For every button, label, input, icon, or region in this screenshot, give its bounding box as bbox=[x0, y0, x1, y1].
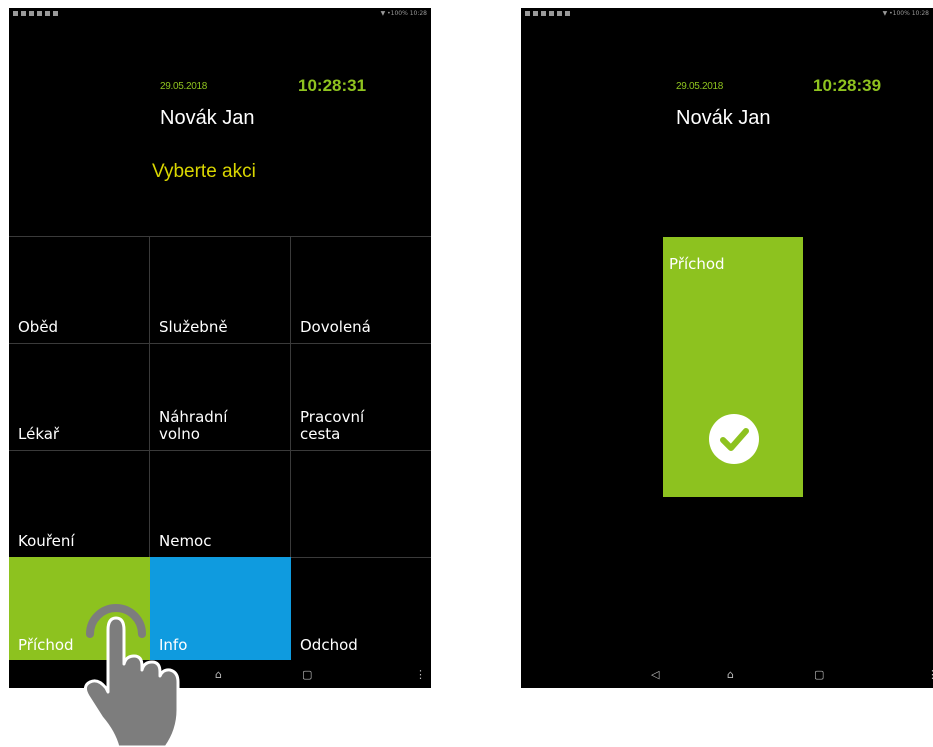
back-icon[interactable]: ◁ bbox=[651, 668, 659, 681]
date-label: 29.05.2018 bbox=[160, 81, 208, 92]
notification-icons bbox=[13, 11, 58, 16]
menu-icon[interactable]: ⋮ bbox=[927, 668, 933, 681]
tile-sluzebne[interactable]: Služebně bbox=[150, 236, 291, 343]
action-grid: Oběd Služebně Dovolená Lékař Náhradní vo… bbox=[9, 236, 431, 661]
status-text: ▼ •100% 10:28 bbox=[882, 10, 929, 17]
notification-icons bbox=[525, 11, 570, 16]
tile-label: Oběd bbox=[18, 318, 59, 336]
user-name: Novák Jan bbox=[160, 107, 255, 129]
tile-nahradni-volno[interactable]: Náhradní volno bbox=[150, 343, 291, 450]
menu-icon[interactable]: ⋮ bbox=[415, 668, 426, 681]
tile-label: Náhradní volno bbox=[159, 408, 228, 443]
confirmed-action-label: Příchod bbox=[669, 255, 725, 273]
right-tablet-screen: ▼ •100% 10:28 29.05.2018 10:28:39 Novák … bbox=[521, 8, 933, 688]
status-bar: ▼ •100% 10:28 bbox=[521, 8, 933, 22]
tile-odchod[interactable]: Odchod bbox=[291, 557, 431, 661]
tile-nemoc[interactable]: Nemoc bbox=[150, 450, 291, 557]
status-text: ▼ •100% 10:28 bbox=[380, 10, 427, 17]
recents-icon[interactable]: ▢ bbox=[302, 668, 312, 681]
android-nav-bar: ◁ ⌂ ▢ ⋮ bbox=[521, 660, 933, 688]
date-label: 29.05.2018 bbox=[676, 81, 724, 92]
tile-lekar[interactable]: Lékař bbox=[9, 343, 150, 450]
select-action-prompt: Vyberte akci bbox=[152, 161, 256, 182]
left-tablet-screen: ▼ •100% 10:28 29.05.2018 10:28:31 Novák … bbox=[9, 8, 431, 688]
android-nav-bar: ◁ ⌂ ▢ ⋮ bbox=[9, 660, 431, 688]
clock-label: 10:28:31 bbox=[298, 76, 367, 95]
tile-obed[interactable]: Oběd bbox=[9, 236, 150, 343]
tile-label: Odchod bbox=[300, 636, 358, 654]
home-icon[interactable]: ⌂ bbox=[215, 668, 222, 681]
clock-label: 10:28:39 bbox=[813, 76, 882, 95]
tile-pracovni-cesta[interactable]: Pracovní cesta bbox=[291, 343, 431, 450]
user-name: Novák Jan bbox=[676, 107, 771, 129]
tile-label: Kouření bbox=[18, 532, 75, 550]
recents-icon[interactable]: ▢ bbox=[814, 668, 824, 681]
home-icon[interactable]: ⌂ bbox=[727, 668, 734, 681]
tile-label: Dovolená bbox=[300, 318, 371, 336]
tile-label: Služebně bbox=[159, 318, 228, 336]
status-right: ▼ •100% 10:28 bbox=[883, 10, 929, 17]
tile-label: Příchod bbox=[18, 636, 74, 654]
status-bar: ▼ •100% 10:28 bbox=[9, 8, 431, 22]
tile-label: Lékař bbox=[18, 425, 60, 443]
tile-koureni[interactable]: Kouření bbox=[9, 450, 150, 557]
tile-label: Pracovní cesta bbox=[300, 408, 365, 443]
tile-label: Nemoc bbox=[159, 532, 212, 550]
status-right: ▼ •100% 10:28 bbox=[381, 10, 427, 17]
checkmark-circle-icon bbox=[709, 414, 759, 464]
tile-empty bbox=[291, 450, 431, 557]
confirmation-card: Příchod bbox=[663, 237, 803, 497]
tile-dovolena[interactable]: Dovolená bbox=[291, 236, 431, 343]
hand-tap-gesture-icon bbox=[83, 604, 180, 747]
